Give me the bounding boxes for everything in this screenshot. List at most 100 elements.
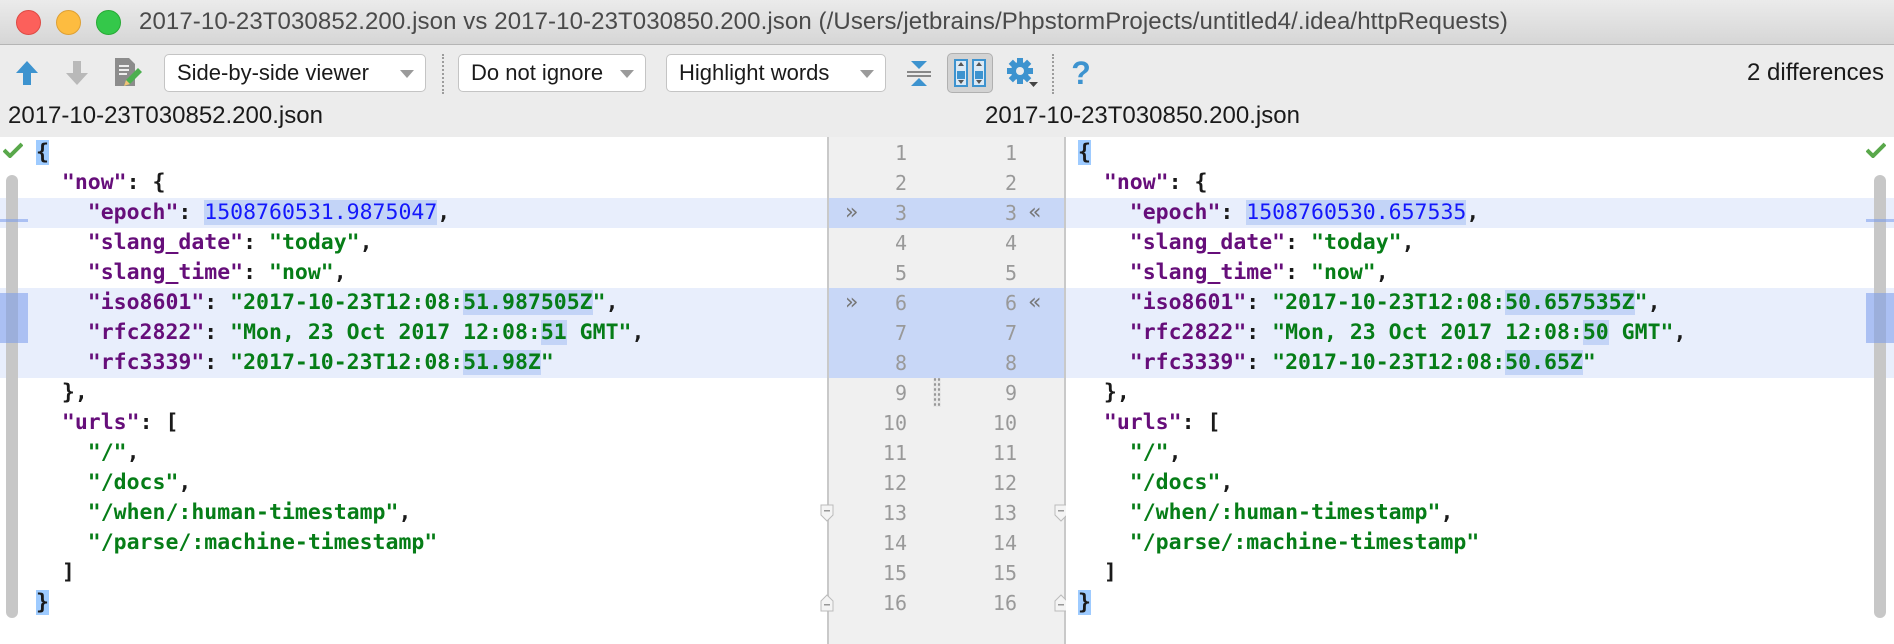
previous-difference-button[interactable] [10,56,44,90]
code-token: , [126,440,140,465]
code-line: "iso8601": "2017-10-23T12:08:51.987505Z"… [0,288,827,318]
highlight-mode-value: Highlight words [679,60,830,85]
fold-end-icon[interactable] [820,594,834,612]
gutter-line: 12 12 [829,468,1064,498]
code-token: "/parse/:machine-timestamp" [87,530,438,555]
right-file-name: 2017-10-23T030850.200.json [985,102,1300,129]
gutter-line: 14 14 [829,528,1064,558]
right-line-number: 9 [1004,381,1017,405]
settings-button[interactable] [1005,56,1039,90]
left-line-number: 2 [894,171,907,195]
code-text: "/docs", [1078,468,1234,498]
collapse-unchanged-button[interactable] [902,56,936,90]
left-line-number: 8 [894,351,907,375]
code-line: "slang_time": "now", [1066,258,1894,288]
code-token: "2017-10-23T12:08: [230,350,464,375]
left-line-number: 7 [894,321,907,345]
left-line-number: 14 [882,531,907,555]
code-line: "/docs", [0,468,827,498]
next-difference-button[interactable] [60,56,94,90]
left-line-number: 16 [882,591,907,615]
right-line-number: 1 [1004,141,1017,165]
window-title-bar: 2017-10-23T030852.200.json vs 2017-10-23… [0,0,1894,45]
right-line-number: 3 [1004,201,1017,225]
toolbar-separator [442,54,444,94]
checkmark-icon [1866,142,1886,158]
right-line-number: 7 [1004,321,1017,345]
left-line-number: 11 [882,441,907,465]
checkmark-icon [3,142,23,158]
right-line-number: 5 [1004,261,1017,285]
right-line-number: 15 [992,561,1017,585]
right-editor[interactable]: } ] "/parse/:machine-timestamp" "/when/:… [1066,137,1894,644]
code-line: }, [1066,378,1894,408]
code-text: "now": { [1078,168,1208,198]
code-token: , [1466,200,1480,225]
code-token: "Mon, 23 Oct 2017 12:08: [230,320,541,345]
code-token: , [1401,230,1415,255]
gutter-line: 15 15 [829,558,1064,588]
zoom-window-button[interactable] [96,10,121,35]
close-window-button[interactable] [16,10,41,35]
code-token: "iso8601" [1129,290,1247,315]
code-token: "now" [1103,170,1169,195]
edit-source-button[interactable] [110,56,144,90]
code-token: ] [36,560,75,585]
code-text: "rfc2822": "Mon, 23 Oct 2017 12:08:51 GM… [36,318,644,348]
gutter-line: 88 [829,348,1064,378]
code-line: "urls": [ [0,408,827,438]
code-token: " [540,350,554,375]
diff-gutter: 1 1 2 2 3 3» «4 4 5 5 6 6» «7 7 8 8 9 9 10 10 11 11 12 12 13 13 14… [820,137,1068,644]
code-line: "slang_date": "today", [0,228,827,258]
code-line: "now": { [0,168,827,198]
apply-change-left-icon[interactable]: « [1028,198,1041,228]
code-token: : { [1168,170,1208,195]
help-button[interactable]: ? [1064,55,1098,91]
collapse-unchanged-icon [907,61,931,86]
fold-start-icon[interactable] [820,504,834,522]
change-marker [0,219,28,222]
code-line: } [1066,588,1894,618]
highlight-mode-dropdown[interactable]: Highlight words [666,54,886,92]
code-token: "slang_time" [1129,260,1286,285]
code-token: , [1375,260,1389,285]
code-text: "slang_time": "now", [36,258,347,288]
apply-change-right-icon[interactable]: » [845,198,858,228]
code-token: : [178,200,205,225]
code-token: "2017-10-23T12:08: [230,290,464,315]
code-line: "now": { [1066,168,1894,198]
left-scrollbar[interactable] [6,175,18,618]
apply-change-left-icon[interactable]: « [1028,288,1041,318]
code-token: "urls" [1103,410,1182,435]
left-editor[interactable]: } ] "/parse/:machine-timestamp" "/when/:… [0,137,827,644]
code-text: "rfc2822": "Mon, 23 Oct 2017 12:08:50 GM… [1078,318,1686,348]
code-token: : [204,350,231,375]
code-line: "slang_date": "today", [1066,228,1894,258]
diff-toolbar: Side-by-side viewer Do not ignore Highli… [0,46,1894,100]
code-text: "/when/:human-timestamp", [36,498,412,528]
code-token: , [1220,470,1234,495]
chevron-down-icon [620,70,634,78]
apply-change-right-icon[interactable]: » [845,288,858,318]
code-token: : [1246,320,1273,345]
minimize-window-button[interactable] [56,10,81,35]
synchronize-scrolling-toggle[interactable] [947,53,993,93]
viewer-mode-dropdown[interactable]: Side-by-side viewer [164,54,426,92]
ignore-whitespace-dropdown[interactable]: Do not ignore [458,54,646,92]
code-token: 50.65Z [1505,350,1583,375]
left-file-name: 2017-10-23T030852.200.json [8,102,323,129]
code-line: } [0,588,827,618]
arrow-up-icon [16,61,38,85]
code-token: " [1582,350,1596,375]
viewer-mode-value: Side-by-side viewer [177,60,369,85]
code-text: "/docs", [36,468,192,498]
code-token: : [1285,260,1312,285]
right-scrollbar[interactable] [1874,175,1886,618]
